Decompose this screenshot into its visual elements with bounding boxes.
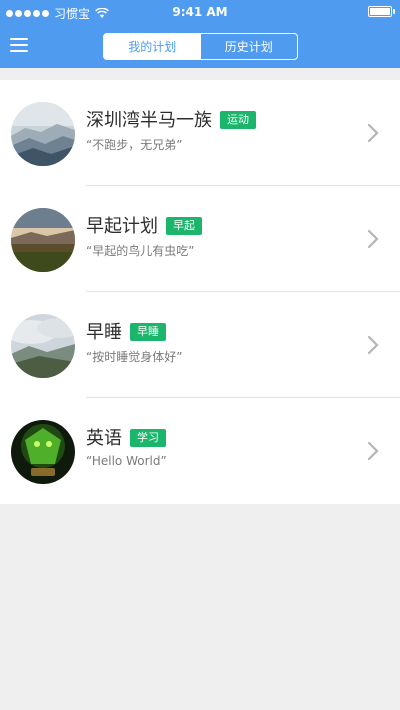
- plan-item-running[interactable]: 深圳湾半马一族 运动 “不跑步，无兄弟”: [0, 80, 400, 186]
- plan-title: 英语 学习: [86, 424, 166, 450]
- plan-title: 深圳湾半马一族 运动: [86, 106, 256, 132]
- plan-motto: “Hello World”: [86, 454, 167, 468]
- menu-icon[interactable]: [10, 38, 28, 52]
- status-bar: 习惯宝 9:41 AM: [0, 0, 400, 24]
- plan-motto: “按时睡觉身体好”: [86, 350, 183, 364]
- plan-title: 早起计划 早起: [86, 212, 202, 238]
- app-header: 习惯宝 9:41 AM 我的计划 历史计划: [0, 0, 400, 68]
- plan-item-early-sleep[interactable]: 早睡 早睡 “按时睡觉身体好”: [0, 292, 400, 398]
- cloudy-hills-image: [11, 314, 75, 378]
- category-badge: 学习: [130, 429, 166, 447]
- chevron-right-icon: [367, 229, 379, 249]
- tab-history-plans[interactable]: 历史计划: [201, 34, 298, 59]
- game-character-image: [11, 420, 75, 484]
- plan-motto: “早起的鸟儿有虫吃”: [86, 244, 195, 258]
- plan-motto: “不跑步，无兄弟”: [86, 138, 183, 152]
- clock: 9:41 AM: [172, 5, 228, 19]
- plan-tab-switch: 我的计划 历史计划: [103, 33, 298, 60]
- tab-my-plans[interactable]: 我的计划: [104, 34, 201, 59]
- chevron-right-icon: [367, 335, 379, 355]
- battery-icon: [368, 6, 395, 17]
- chevron-right-icon: [367, 441, 379, 461]
- chevron-right-icon: [367, 123, 379, 143]
- sunrise-field-image: [11, 208, 75, 272]
- category-badge: 早睡: [130, 323, 166, 341]
- category-badge: 早起: [166, 217, 202, 235]
- plan-list: 深圳湾半马一族运动 “不跑步，无兄弟” 早起计划早起 “早起的鸟儿有虫吃”: [0, 80, 400, 504]
- category-badge: 运动: [220, 111, 256, 129]
- plan-title: 早睡 早睡: [86, 318, 166, 344]
- plan-item-english[interactable]: 英语 学习 “Hello World”: [0, 398, 400, 504]
- mountain-landscape-image: [11, 102, 75, 166]
- plan-item-early-rise[interactable]: 早起计划 早起 “早起的鸟儿有虫吃”: [0, 186, 400, 292]
